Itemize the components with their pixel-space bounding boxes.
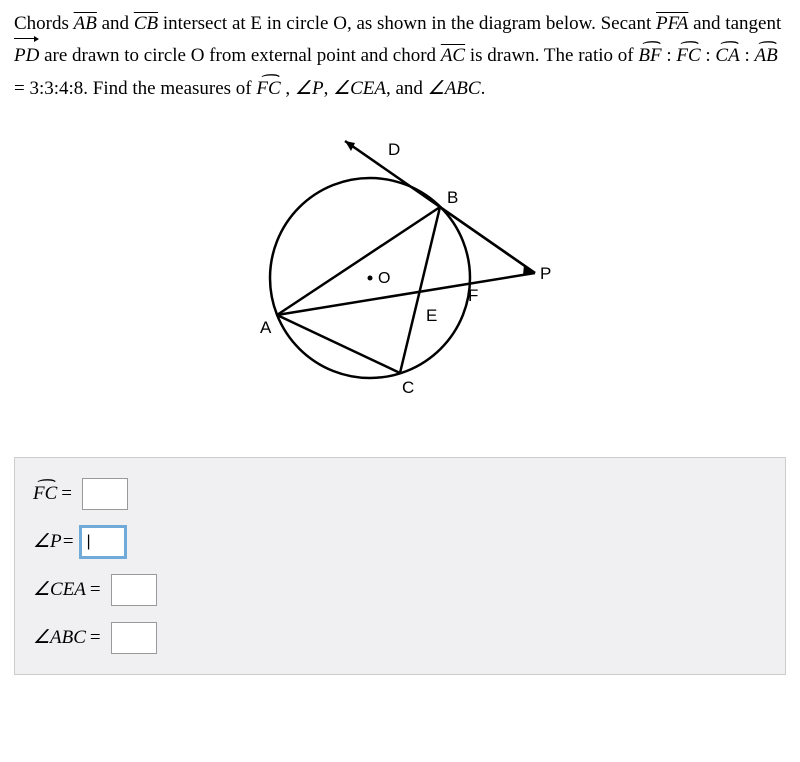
- angle-CEA: ∠CEA: [333, 78, 386, 99]
- t: :: [740, 45, 755, 66]
- t: Chords: [14, 13, 74, 34]
- answer-row-CEA: ∠CEA =: [33, 574, 767, 606]
- label-O: O: [378, 270, 390, 287]
- input-FC[interactable]: [82, 478, 128, 510]
- segment-CB: CB: [134, 13, 158, 34]
- label-B: B: [447, 188, 458, 207]
- input-CEA[interactable]: [111, 574, 157, 606]
- label-P: P: [540, 264, 551, 283]
- answer-panel: FC = ∠P= ∠CEA = ∠ABC =: [14, 457, 786, 675]
- input-P[interactable]: [80, 526, 126, 558]
- t: :: [662, 45, 677, 66]
- arc-CA: CA: [715, 40, 739, 72]
- arrowhead-D: [345, 141, 355, 151]
- label-A: A: [260, 318, 272, 337]
- arc-FC: FC: [676, 40, 700, 72]
- segment-AC: AC: [441, 45, 465, 66]
- answer-row-FC: FC =: [33, 478, 767, 510]
- answer-label-ABC: ∠ABC: [33, 626, 86, 649]
- problem-text: Chords AB and CB intersect at E in circl…: [14, 8, 786, 105]
- input-ABC[interactable]: [111, 622, 157, 654]
- secant-PFA: [277, 273, 535, 315]
- diagram: O D B P F E A C: [14, 133, 786, 429]
- t: is drawn. The ratio of: [465, 45, 638, 66]
- segment-AB: AB: [74, 13, 97, 34]
- t: intersect at E in circle O, as shown in …: [158, 13, 656, 34]
- ray-PD: PD: [14, 40, 39, 72]
- answer-label-P: ∠P=: [33, 530, 74, 553]
- label-D: D: [388, 140, 400, 159]
- label-C: C: [402, 378, 414, 397]
- arc-FC-find: FC: [256, 73, 280, 105]
- t: and: [97, 13, 134, 34]
- tangent-PD: [345, 141, 535, 273]
- t: ,: [324, 78, 334, 99]
- equals-sign: =: [90, 579, 101, 601]
- t: .: [481, 78, 486, 99]
- angle-P: ∠P: [295, 78, 324, 99]
- center-dot: [368, 275, 373, 280]
- t: :: [701, 45, 716, 66]
- label-F: F: [468, 286, 478, 305]
- t: = 3:3:4:8. Find the measures of: [14, 78, 256, 99]
- answer-row-P: ∠P=: [33, 526, 767, 558]
- chord-AB: [277, 207, 440, 315]
- arc-AB: AB: [754, 40, 777, 72]
- label-E: E: [426, 306, 437, 325]
- equals-sign: =: [61, 483, 72, 505]
- angle-ABC: ∠ABC: [428, 78, 481, 99]
- equals-sign: =: [90, 627, 101, 649]
- answer-row-ABC: ∠ABC =: [33, 622, 767, 654]
- t: ,: [281, 78, 295, 99]
- answer-label-FC: FC: [33, 483, 57, 505]
- t: , and: [386, 78, 428, 99]
- arc-BF: BF: [638, 40, 661, 72]
- circle-diagram-svg: O D B P F E A C: [240, 133, 560, 423]
- t: are drawn to circle O from external poin…: [39, 45, 440, 66]
- answer-label-CEA: ∠CEA: [33, 578, 86, 601]
